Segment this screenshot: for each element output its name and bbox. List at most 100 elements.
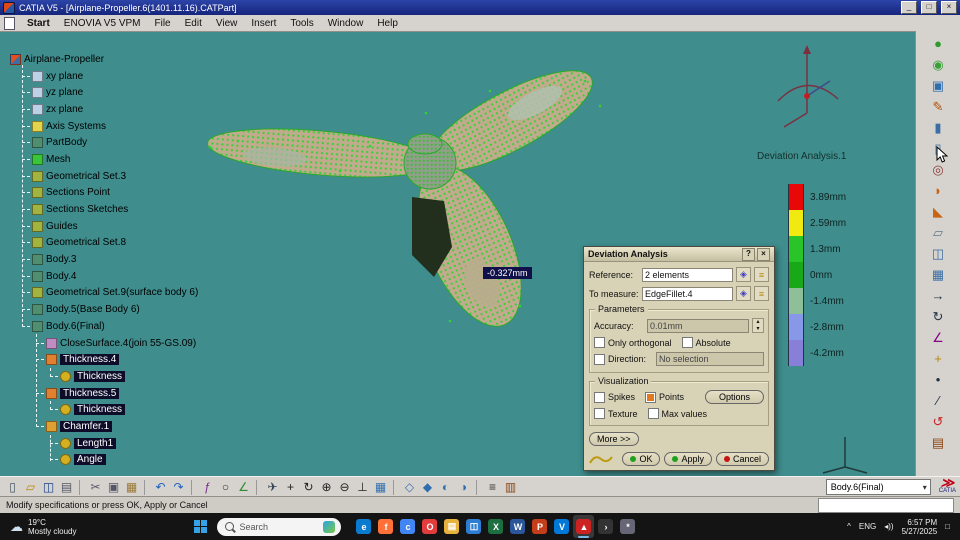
tree-item-thickness-5[interactable]: Thickness.5 bbox=[6, 385, 256, 402]
direction-input[interactable] bbox=[656, 352, 764, 366]
paste-icon[interactable]: ▦ bbox=[123, 479, 140, 496]
options-button[interactable]: Options bbox=[704, 390, 764, 404]
knowledge-search-icon[interactable]: ○ bbox=[217, 479, 234, 496]
tree-item-body-6-final[interactable]: Body.6(Final) bbox=[6, 318, 256, 335]
notification-icon[interactable]: □ bbox=[945, 522, 950, 531]
swap-visible-icon[interactable]: ◑ bbox=[455, 479, 472, 496]
tree-item-body-4[interactable]: Body.4 bbox=[6, 268, 256, 285]
hide-show-icon[interactable]: ◐ bbox=[437, 479, 454, 496]
app-icon-edge[interactable]: e bbox=[353, 515, 374, 538]
zoom-in-icon[interactable]: ⊕ bbox=[318, 479, 335, 496]
app-icon-chrome[interactable]: c bbox=[397, 515, 418, 538]
propeller-model[interactable] bbox=[190, 51, 640, 351]
points-checkbox[interactable] bbox=[645, 391, 657, 403]
tree-item-yz-plane[interactable]: yz plane bbox=[6, 84, 256, 101]
tree-item-axis-systems[interactable]: Axis Systems bbox=[6, 118, 256, 135]
app-icon-word[interactable]: W bbox=[507, 515, 528, 538]
pattern-icon[interactable]: ▦ bbox=[929, 265, 948, 284]
volume-icon[interactable]: ◂)) bbox=[884, 522, 893, 531]
tree-item-xy-plane[interactable]: xy plane bbox=[6, 68, 256, 85]
spikes-checkbox[interactable] bbox=[594, 391, 605, 403]
view-mode-icon[interactable]: ▣ bbox=[929, 76, 948, 95]
app-icon-settings[interactable]: * bbox=[617, 515, 638, 538]
tree-graph-icon[interactable]: ≡ bbox=[484, 479, 501, 496]
accuracy-input[interactable] bbox=[647, 318, 749, 333]
tree-item-sections-sketches[interactable]: Sections Sketches bbox=[6, 201, 256, 218]
tree-item-geometrical-set-9-surface-body-6[interactable]: Geometrical Set.9(surface body 6) bbox=[6, 285, 256, 302]
taskbar-search[interactable]: Search bbox=[217, 517, 342, 536]
tree-item-body-5-base-body-6[interactable]: Body.5(Base Body 6) bbox=[6, 301, 256, 318]
tree-item-geometrical-set-8[interactable]: Geometrical Set.8 bbox=[6, 235, 256, 252]
menu-item-window[interactable]: Window bbox=[321, 18, 371, 29]
pad-icon[interactable]: ▮ bbox=[929, 118, 948, 137]
max-values-checkbox[interactable] bbox=[647, 408, 659, 419]
catalog-tool-icon[interactable]: ▤ bbox=[929, 433, 948, 452]
document-selector[interactable]: Body.6(Final) ▾ bbox=[825, 479, 931, 495]
pan-icon[interactable]: + bbox=[282, 479, 299, 496]
cancel-button[interactable]: Cancel bbox=[715, 452, 769, 466]
update-icon[interactable]: ↺ bbox=[929, 412, 948, 431]
apply-button[interactable]: Apply bbox=[664, 452, 712, 466]
measure-icon[interactable]: ∠ bbox=[235, 479, 252, 496]
point-icon[interactable]: • bbox=[929, 370, 948, 389]
fillet-icon[interactable]: ◗ bbox=[929, 181, 948, 200]
menu-item-view[interactable]: View bbox=[209, 18, 245, 29]
clock[interactable]: 6:57 PM 5/27/2025 bbox=[902, 518, 938, 536]
maximize-button[interactable]: □ bbox=[921, 1, 937, 14]
tree-item-thickness[interactable]: Thickness bbox=[6, 401, 256, 418]
tree-item-thickness[interactable]: Thickness bbox=[6, 368, 256, 385]
menu-item-start[interactable]: Start bbox=[20, 18, 57, 29]
tree-item-sections-point[interactable]: Sections Point bbox=[6, 185, 256, 202]
dialog-close-button[interactable]: × bbox=[757, 247, 770, 261]
tree-item-closesurface-4-join-55-gs-09[interactable]: CloseSurface.4(join 55-GS.09) bbox=[6, 335, 256, 352]
wireframe-icon[interactable]: ◇ bbox=[401, 479, 418, 496]
weather-widget[interactable]: ☁ 19°C Mostly cloudy bbox=[10, 518, 76, 536]
app-icon-explorer[interactable]: ▤ bbox=[441, 515, 462, 538]
cut-icon[interactable]: ✂ bbox=[87, 479, 104, 496]
shaded-analysis-icon[interactable]: ◉ bbox=[929, 55, 948, 74]
tree-item-zx-plane[interactable]: zx plane bbox=[6, 101, 256, 118]
reference-input[interactable] bbox=[642, 267, 733, 282]
app-icon-catia[interactable]: ▲ bbox=[573, 515, 595, 538]
direction-checkbox[interactable] bbox=[594, 353, 605, 365]
tree-item-body-3[interactable]: Body.3 bbox=[6, 251, 256, 268]
shading-icon[interactable]: ◆ bbox=[419, 479, 436, 496]
app-icon-powerpoint[interactable]: P bbox=[529, 515, 550, 538]
axis-icon[interactable]: + bbox=[929, 349, 948, 368]
menu-item-file[interactable]: File bbox=[148, 18, 178, 29]
reference-stack-icon[interactable]: ≡ bbox=[754, 267, 769, 282]
close-button[interactable]: × bbox=[941, 1, 957, 14]
open-folder-icon[interactable]: ▱ bbox=[22, 479, 39, 496]
only-orthogonal-checkbox[interactable] bbox=[594, 337, 605, 348]
multi-view-icon[interactable]: ▦ bbox=[372, 479, 389, 496]
viewport[interactable]: Deviation Analysis.1 3.89mm 2.59mm 1.3mm 0m… bbox=[0, 31, 916, 477]
measure-angle-icon[interactable]: ∠ bbox=[929, 328, 948, 347]
app-icon-terminal[interactable]: › bbox=[595, 515, 616, 538]
rotate-icon[interactable]: ↻ bbox=[929, 307, 948, 326]
print-icon[interactable]: ▤ bbox=[58, 479, 75, 496]
tree-item-geometrical-set-3[interactable]: Geometrical Set.3 bbox=[6, 168, 256, 185]
menu-item-edit[interactable]: Edit bbox=[178, 18, 209, 29]
accuracy-spinner[interactable] bbox=[752, 318, 764, 333]
reference-picker-icon[interactable]: ◈ bbox=[736, 267, 751, 282]
redo-icon[interactable]: ↷ bbox=[170, 479, 187, 496]
deviation-analysis-icon[interactable]: ● bbox=[929, 34, 948, 53]
fly-mode-icon[interactable]: ✈ bbox=[264, 479, 281, 496]
zoom-out-icon[interactable]: ⊖ bbox=[336, 479, 353, 496]
normal-view-icon[interactable]: ⊥ bbox=[354, 479, 371, 496]
dialog-help-button[interactable]: ? bbox=[742, 247, 755, 261]
rotate-view-icon[interactable]: ↻ bbox=[300, 479, 317, 496]
power-input[interactable] bbox=[818, 497, 954, 513]
menu-item-insert[interactable]: Insert bbox=[244, 18, 283, 29]
tree-item-length1[interactable]: Length1 bbox=[6, 435, 256, 452]
catalog-icon[interactable]: ▥ bbox=[502, 479, 519, 496]
app-icon-excel[interactable]: X bbox=[485, 515, 506, 538]
menu-item-tools[interactable]: Tools bbox=[283, 18, 320, 29]
dialog-titlebar[interactable]: Deviation Analysis ? × bbox=[584, 247, 774, 262]
start-button[interactable] bbox=[194, 520, 208, 533]
chamfer-icon[interactable]: ◣ bbox=[929, 202, 948, 221]
sketch-icon[interactable]: ✎ bbox=[929, 97, 948, 116]
menu-item-help[interactable]: Help bbox=[370, 18, 405, 29]
menu-item-enovia-v5-vpm[interactable]: ENOVIA V5 VPM bbox=[57, 18, 148, 29]
fx-icon[interactable]: ƒ bbox=[199, 479, 216, 496]
